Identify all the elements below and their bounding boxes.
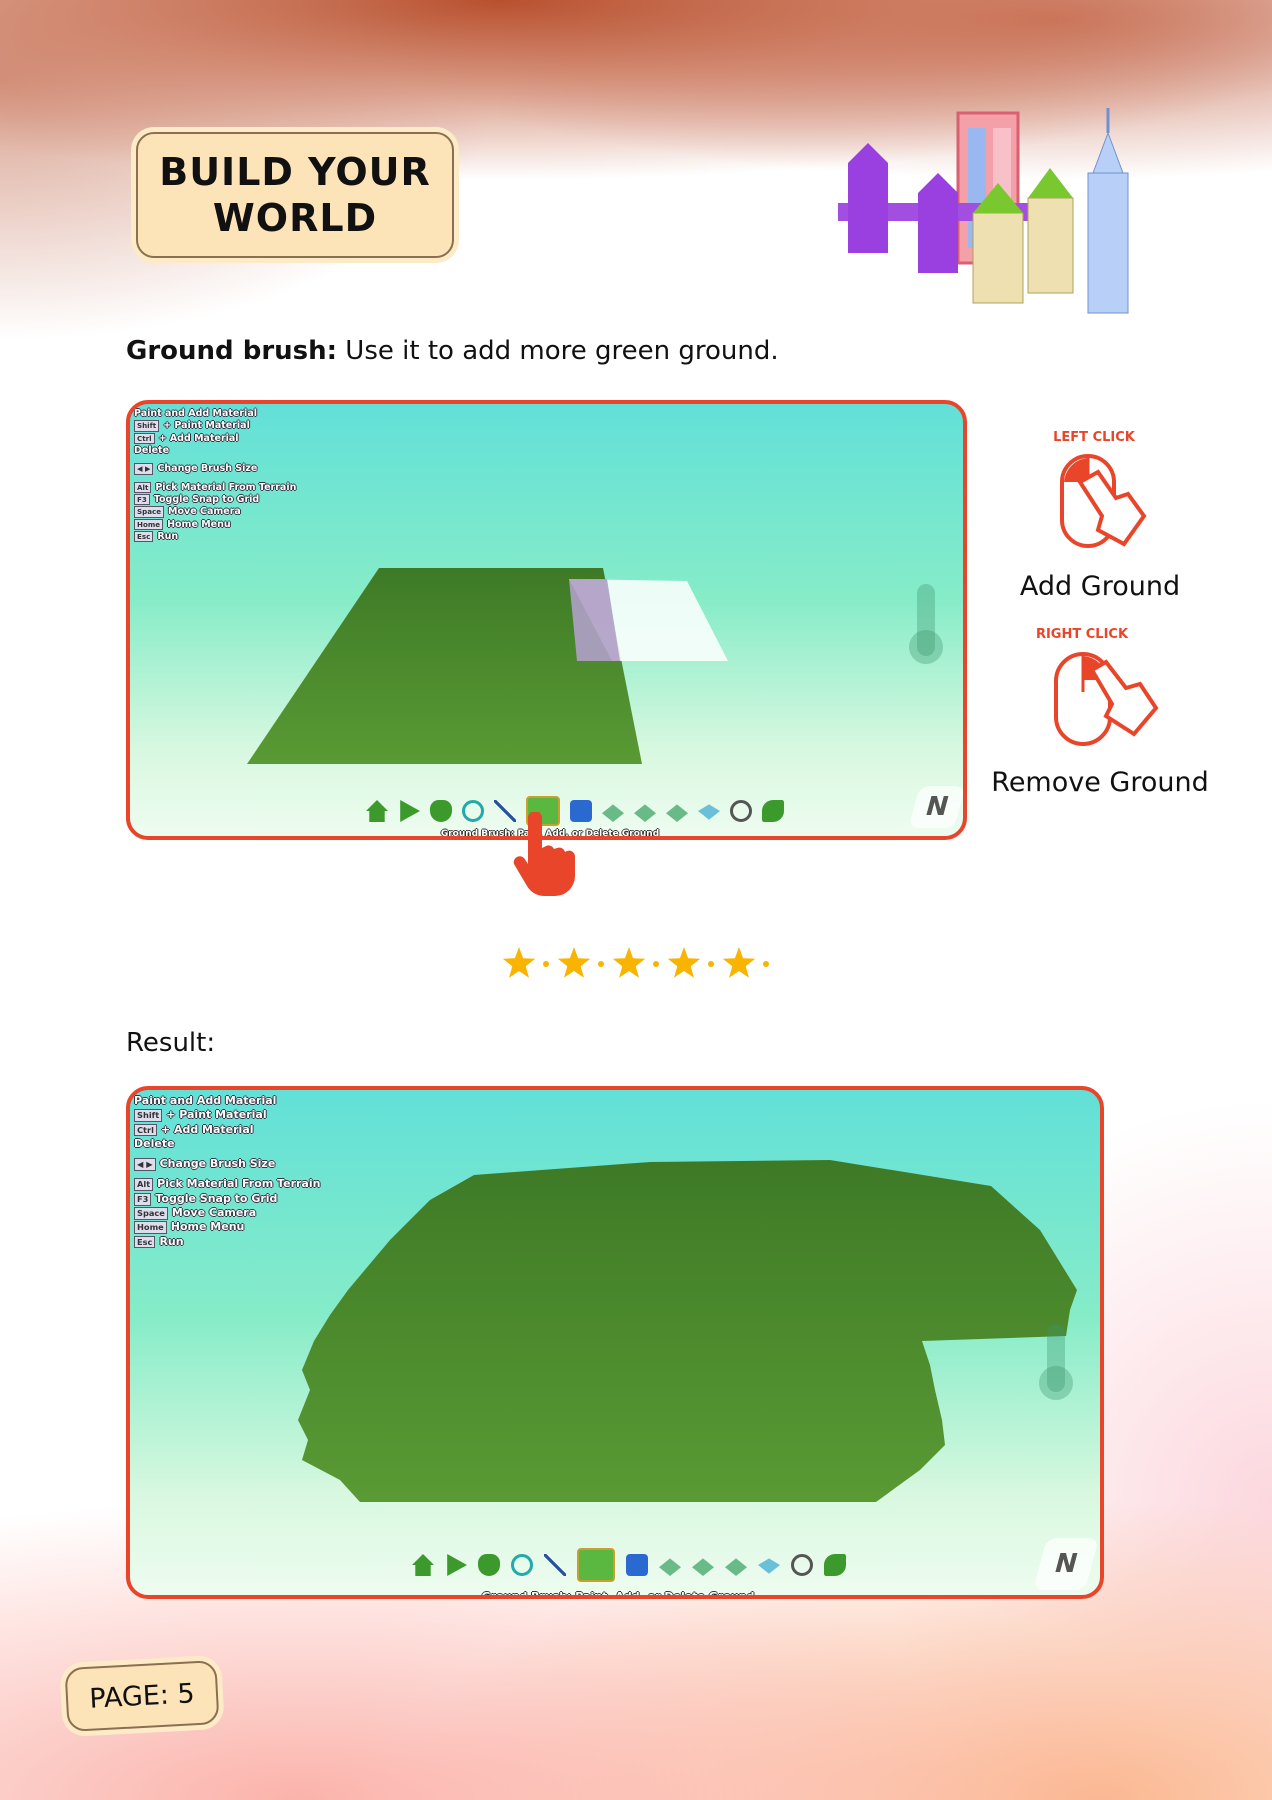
instruction-bold: Ground brush: [126,336,338,366]
home-icon[interactable] [412,1554,434,1576]
tools-icon[interactable] [824,1554,846,1576]
timer-icon[interactable] [462,800,484,822]
path-icon[interactable] [544,1554,566,1576]
thermometer-icon [1039,1324,1073,1400]
instruction-body: Use it to add more green ground. [337,336,779,366]
dot-icon [653,961,659,967]
toolbar [412,1548,846,1582]
page-number-badge: PAGE: 5 [64,1660,220,1732]
dot-icon [598,961,604,967]
terrain-raise-icon[interactable] [602,804,624,822]
terrain-smooth-icon[interactable] [666,804,688,822]
ground-terrain [298,1160,1077,1502]
star-divider [502,947,769,978]
dot-icon [708,961,714,967]
toolbar-tooltip: Ground Brush: Paint, Add, or Delete Grou… [481,1590,755,1599]
dot-icon [543,961,549,967]
star-icon [557,947,591,978]
left-click-mouse-icon [1060,454,1147,548]
instruction-text: Ground brush: Use it to add more green g… [126,336,779,366]
game-screenshot-before: Paint and Add Material Shift + Paint Mate… [126,400,967,840]
left-click-label: LEFT CLICK [1053,430,1135,445]
star-icon [667,947,701,978]
hand-icon[interactable] [430,800,452,822]
terrain-view[interactable] [130,1090,1104,1599]
timer-icon[interactable] [511,1554,533,1576]
sky-icon[interactable] [730,800,752,822]
play-icon[interactable] [400,800,420,822]
star-icon [502,947,536,978]
game-screenshot-result: Paint and Add Material Shift + Paint Mate… [126,1086,1104,1599]
play-icon[interactable] [447,1554,467,1576]
water-icon[interactable] [698,804,720,820]
right-click-mouse-icon [1054,652,1159,746]
ground-brush-icon[interactable] [577,1548,615,1582]
city-buildings-illustration [838,108,1129,314]
terrain-view[interactable] [130,404,967,840]
terrain-raise-icon[interactable] [659,1558,681,1576]
terrain-lower-icon[interactable] [692,1558,714,1576]
remove-ground-label: Remove Ground [991,767,1209,798]
star-icon [722,947,756,978]
add-ground-label: Add Ground [1019,571,1181,602]
pointer-hand-icon [513,812,575,896]
right-click-label: RIGHT CLICK [1035,627,1129,642]
dot-icon [763,961,769,967]
star-icon [612,947,646,978]
title-banner: BUILD YOUR WORLD [136,132,454,258]
sky-icon[interactable] [791,1554,813,1576]
title-line-2: WORLD [212,196,378,240]
title-line-1: BUILD YOUR [159,150,431,194]
home-icon[interactable] [366,800,388,822]
shapes-icon[interactable] [626,1554,648,1576]
terrain-lower-icon[interactable] [634,804,656,822]
terrain-smooth-icon[interactable] [725,1558,747,1576]
thermometer-icon [909,584,943,664]
tools-icon[interactable] [762,800,784,822]
hand-icon[interactable] [478,1554,500,1576]
water-icon[interactable] [758,1558,780,1574]
result-label: Result: [126,1028,216,1058]
